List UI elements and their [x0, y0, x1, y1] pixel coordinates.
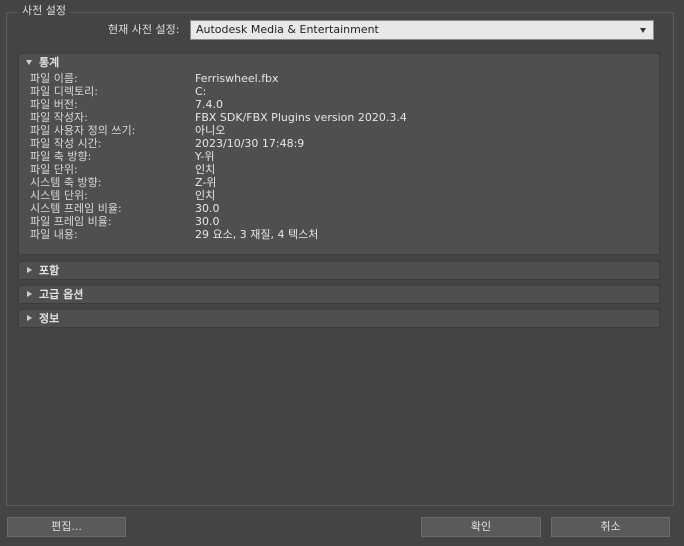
stat-value: 29 요소, 3 재질, 4 텍스처: [195, 228, 319, 241]
cancel-button[interactable]: 취소: [551, 517, 670, 537]
statistics-rollout-header[interactable]: 통계: [19, 54, 659, 72]
stat-value: 30.0: [195, 202, 220, 215]
stat-label: 시스템 프레임 비율:: [30, 202, 122, 215]
preset-dropdown[interactable]: Autodesk Media & Entertainment: [190, 20, 654, 40]
stat-row-system-units: 시스템 단위: 인치: [19, 189, 659, 202]
advanced-options-title: 고급 옵션: [39, 288, 84, 301]
stat-value: 2023/10/30 17:48:9: [195, 137, 305, 150]
triangle-right-icon: [27, 315, 32, 321]
stat-label: 파일 단위:: [30, 163, 78, 176]
stat-label: 파일 작성 시간:: [30, 137, 102, 150]
stat-row-file-frame-rate: 파일 프레임 비율: 30.0: [19, 215, 659, 228]
stat-row-file-name: 파일 이름: Ferriswheel.fbx: [19, 72, 659, 85]
edit-button[interactable]: 편집...: [7, 517, 126, 537]
include-title: 포함: [39, 264, 60, 277]
current-preset-label: 현재 사전 설정:: [108, 23, 180, 36]
stat-value: FBX SDK/FBX Plugins version 2020.3.4: [195, 111, 407, 124]
stat-label: 파일 이름:: [30, 72, 78, 85]
info-rollout[interactable]: 정보: [18, 309, 660, 328]
stat-row-file-creator: 파일 작성자: FBX SDK/FBX Plugins version 2020…: [19, 111, 659, 124]
stat-value: 인치: [195, 163, 216, 176]
stat-row-file-units: 파일 단위: 인치: [19, 163, 659, 176]
preset-group-title: 사전 설정: [18, 4, 70, 18]
stat-label: 파일 축 방향:: [30, 150, 92, 163]
stat-label: 파일 버전:: [30, 98, 78, 111]
triangle-down-icon: [26, 60, 32, 65]
stat-row-custom-write: 파일 사용자 정의 쓰기: 아니오: [19, 124, 659, 137]
stat-label: 파일 디렉토리:: [30, 85, 98, 98]
chevron-down-icon: [640, 28, 646, 33]
stat-value: Ferriswheel.fbx: [195, 72, 279, 85]
stat-value: Y-위: [195, 150, 215, 163]
statistics-list: 파일 이름: Ferriswheel.fbx 파일 디렉토리: C: 파일 버전…: [19, 72, 659, 241]
ok-button[interactable]: 확인: [421, 517, 541, 537]
triangle-right-icon: [27, 267, 32, 273]
advanced-options-rollout[interactable]: 고급 옵션: [18, 285, 660, 304]
statistics-title: 통계: [39, 56, 60, 69]
stat-label: 시스템 단위:: [30, 189, 88, 202]
stat-label: 파일 사용자 정의 쓰기:: [30, 124, 136, 137]
stat-value: 7.4.0: [195, 98, 223, 111]
stat-row-file-axis: 파일 축 방향: Y-위: [19, 150, 659, 163]
stat-value: 인치: [195, 189, 216, 202]
info-title: 정보: [39, 312, 60, 325]
stat-value: 30.0: [195, 215, 220, 228]
stat-label: 시스템 축 방향:: [30, 176, 102, 189]
stat-row-system-axis: 시스템 축 방향: Z-위: [19, 176, 659, 189]
stat-row-file-version: 파일 버전: 7.4.0: [19, 98, 659, 111]
stat-row-creation-time: 파일 작성 시간: 2023/10/30 17:48:9: [19, 137, 659, 150]
include-rollout[interactable]: 포함: [18, 261, 660, 280]
stat-row-file-directory: 파일 디렉토리: C:: [19, 85, 659, 98]
stat-label: 파일 프레임 비율:: [30, 215, 112, 228]
stat-row-system-frame-rate: 시스템 프레임 비율: 30.0: [19, 202, 659, 215]
preset-dropdown-value: Autodesk Media & Entertainment: [196, 23, 379, 36]
statistics-rollout: 통계 파일 이름: Ferriswheel.fbx 파일 디렉토리: C: 파일…: [18, 53, 660, 255]
stat-value: 아니오: [195, 124, 226, 137]
triangle-right-icon: [27, 291, 32, 297]
stat-row-file-contents: 파일 내용: 29 요소, 3 재질, 4 텍스처: [19, 228, 659, 241]
stat-label: 파일 내용:: [30, 228, 78, 241]
stat-label: 파일 작성자:: [30, 111, 88, 124]
stat-value: C:: [195, 85, 207, 98]
stat-value: Z-위: [195, 176, 217, 189]
